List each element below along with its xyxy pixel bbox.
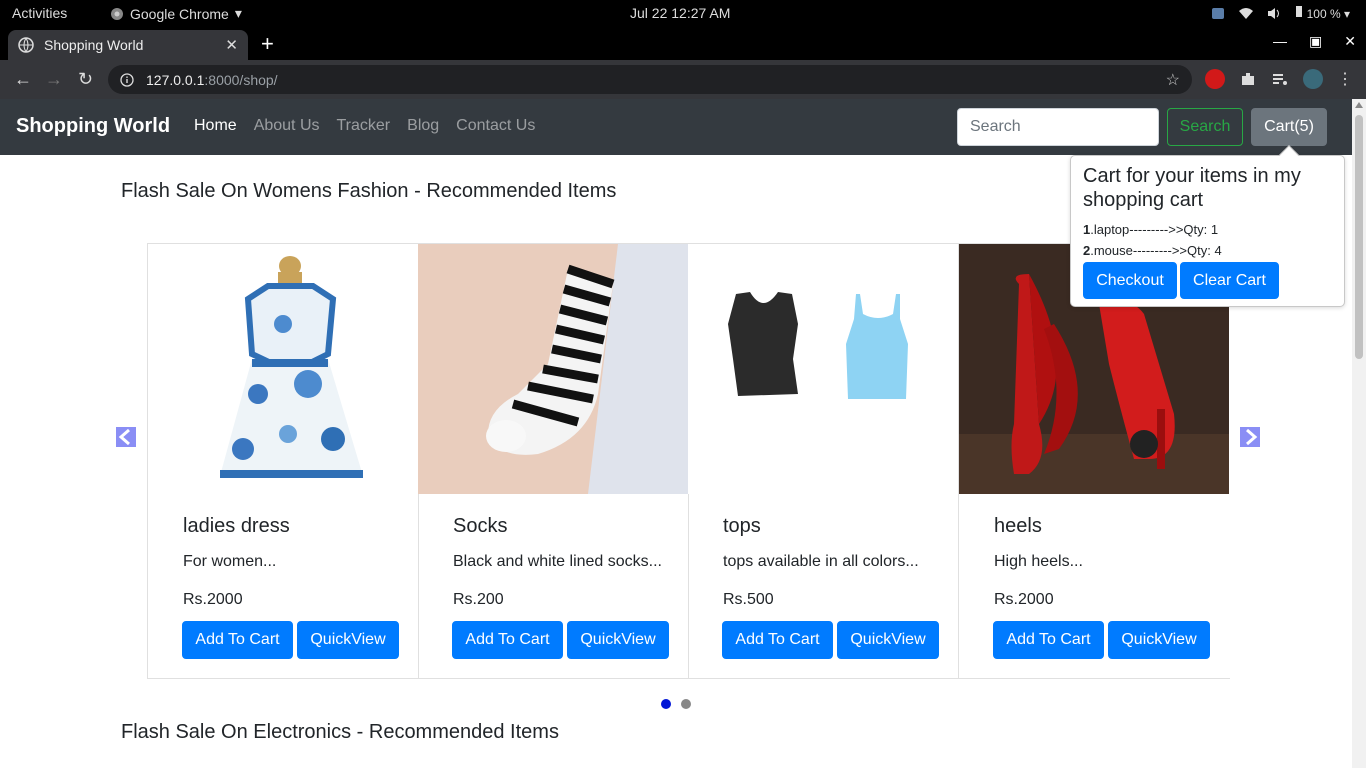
nav-tracker[interactable]: Tracker: [337, 117, 391, 135]
chevron-left-icon: [118, 428, 130, 446]
profile-avatar[interactable]: [1303, 69, 1323, 89]
product-image-tops[interactable]: [688, 244, 958, 494]
cart-item: 2.mouse--------->>Qty: 4: [1083, 243, 1222, 258]
nav-home[interactable]: Home: [194, 117, 237, 135]
search-input[interactable]: [957, 108, 1159, 146]
nav-about-us[interactable]: About Us: [254, 117, 320, 135]
tab-shopping-world[interactable]: Shopping World ✕: [8, 30, 248, 60]
cart-item-text: .laptop--------->>Qty: 1: [1090, 222, 1219, 237]
carousel-prev-button[interactable]: [116, 427, 136, 447]
carousel-next-button[interactable]: [1240, 427, 1260, 447]
product-price: Rs.2000: [994, 591, 1054, 608]
system-top-bar: Activities Google Chrome ▾ Jul 22 12:27 …: [0, 0, 1366, 27]
section-title-womens-fashion: Flash Sale On Womens Fashion - Recommend…: [121, 180, 617, 202]
minimize-icon[interactable]: —: [1273, 33, 1287, 50]
section-title-electronics: Flash Sale On Electronics - Recommended …: [121, 721, 559, 743]
quickview-button[interactable]: QuickView: [1108, 621, 1210, 659]
battery-icon: [1296, 6, 1303, 17]
product-image-dress[interactable]: [148, 244, 418, 494]
carousel-indicator-2[interactable]: [681, 699, 691, 709]
add-to-cart-button[interactable]: Add To Cart: [722, 621, 833, 659]
product-carousel: ladies dress For women... Rs.2000 Add To…: [147, 243, 1230, 679]
nav-links: Home About Us Tracker Blog Contact Us: [194, 117, 535, 135]
product-description: For women...: [183, 553, 277, 570]
address-bar[interactable]: 127.0.0.1:8000/shop/ ☆: [108, 65, 1192, 94]
app-menu[interactable]: Google Chrome ▾: [110, 5, 242, 22]
forward-icon[interactable]: →: [45, 69, 63, 90]
site-navbar: Shopping World Home About Us Tracker Blo…: [0, 99, 1352, 155]
quickview-button[interactable]: QuickView: [297, 621, 399, 659]
quickview-button[interactable]: QuickView: [837, 621, 939, 659]
battery-percent: 100 %: [1306, 7, 1341, 21]
system-tray[interactable]: 100 % ▾: [1211, 5, 1350, 21]
chevron-down-icon: ▾: [234, 5, 242, 21]
popover-title: Cart for your items in my shopping cart: [1083, 165, 1301, 211]
close-icon[interactable]: ✕: [225, 36, 238, 54]
clear-cart-button[interactable]: Clear Cart: [1180, 262, 1279, 299]
browser-toolbar: ← → ↻ 127.0.0.1:8000/shop/ ☆ ⋮: [0, 60, 1366, 99]
carousel-indicator-1[interactable]: [661, 699, 671, 709]
add-to-cart-button[interactable]: Add To Cart: [182, 621, 293, 659]
product-title: ladies dress: [183, 515, 290, 537]
close-window-icon[interactable]: ✕: [1344, 33, 1356, 50]
product-price: Rs.500: [723, 591, 774, 608]
info-icon: [120, 72, 134, 87]
keyboard-icon: [1212, 7, 1225, 19]
page-scrollbar[interactable]: [1352, 99, 1366, 768]
tab-strip: Shopping World ✕ — ▣ ✕: [0, 27, 1366, 60]
scrollbar-thumb[interactable]: [1355, 115, 1363, 359]
product-price: Rs.2000: [183, 591, 243, 608]
volume-icon: [1268, 7, 1280, 19]
product-card: Socks Black and white lined socks... Rs.…: [418, 244, 689, 679]
quickview-button[interactable]: QuickView: [567, 621, 669, 659]
adblock-icon[interactable]: [1205, 69, 1225, 89]
url-host: 127.0.0.1: [146, 71, 205, 88]
search-button[interactable]: Search: [1167, 108, 1243, 146]
app-name: Google Chrome: [130, 5, 229, 22]
cart-item: 1.laptop--------->>Qty: 1: [1083, 222, 1218, 237]
product-title: tops: [723, 515, 761, 537]
carousel-indicators: [661, 699, 691, 709]
product-description: High heels...: [994, 553, 1083, 570]
wifi-icon: [1239, 7, 1254, 19]
product-card: heels High heels... Rs.2000 Add To Cart …: [959, 244, 1230, 679]
cart-button[interactable]: Cart(5): [1251, 108, 1327, 146]
chevron-right-icon: [1246, 428, 1258, 446]
product-image-socks[interactable]: [418, 244, 688, 494]
media-playlist-icon[interactable]: [1271, 70, 1289, 88]
product-description: Black and white lined socks...: [453, 553, 662, 570]
product-title: Socks: [453, 515, 508, 537]
checkout-button[interactable]: Checkout: [1083, 262, 1177, 299]
globe-icon: [18, 37, 34, 53]
chrome-icon: [111, 7, 123, 20]
product-price: Rs.200: [453, 591, 504, 608]
nav-blog[interactable]: Blog: [407, 117, 439, 135]
product-card: ladies dress For women... Rs.2000 Add To…: [148, 244, 419, 679]
extension-icons: ⋮: [1205, 69, 1353, 89]
activities-button[interactable]: Activities: [12, 5, 67, 21]
puzzle-icon[interactable]: [1239, 70, 1257, 88]
tab-title: Shopping World: [44, 37, 144, 53]
nav-contact-us[interactable]: Contact Us: [456, 117, 535, 135]
add-to-cart-button[interactable]: Add To Cart: [993, 621, 1104, 659]
url-path: :8000/shop/: [204, 71, 278, 88]
bookmark-star-icon[interactable]: ☆: [1166, 70, 1180, 90]
battery-indicator: 100 % ▾: [1295, 5, 1350, 21]
cart-popover: Cart for your items in my shopping cart …: [1070, 145, 1345, 307]
scroll-up-icon[interactable]: [1355, 102, 1363, 108]
product-card: tops tops available in all colors... Rs.…: [688, 244, 959, 679]
add-to-cart-button[interactable]: Add To Cart: [452, 621, 563, 659]
maximize-icon[interactable]: ▣: [1309, 33, 1322, 50]
cart-item-text: .mouse--------->>Qty: 4: [1090, 243, 1222, 258]
more-menu-icon[interactable]: ⋮: [1337, 69, 1353, 89]
window-controls: — ▣ ✕: [1273, 33, 1356, 50]
product-description: tops available in all colors...: [723, 553, 919, 570]
reload-icon[interactable]: ↻: [78, 69, 93, 90]
clock[interactable]: Jul 22 12:27 AM: [630, 5, 730, 21]
product-title: heels: [994, 515, 1042, 537]
brand-logo[interactable]: Shopping World: [16, 115, 170, 138]
page-viewport: Shopping World Home About Us Tracker Blo…: [0, 99, 1352, 768]
new-tab-button[interactable]: +: [261, 31, 274, 57]
back-icon[interactable]: ←: [14, 69, 32, 90]
